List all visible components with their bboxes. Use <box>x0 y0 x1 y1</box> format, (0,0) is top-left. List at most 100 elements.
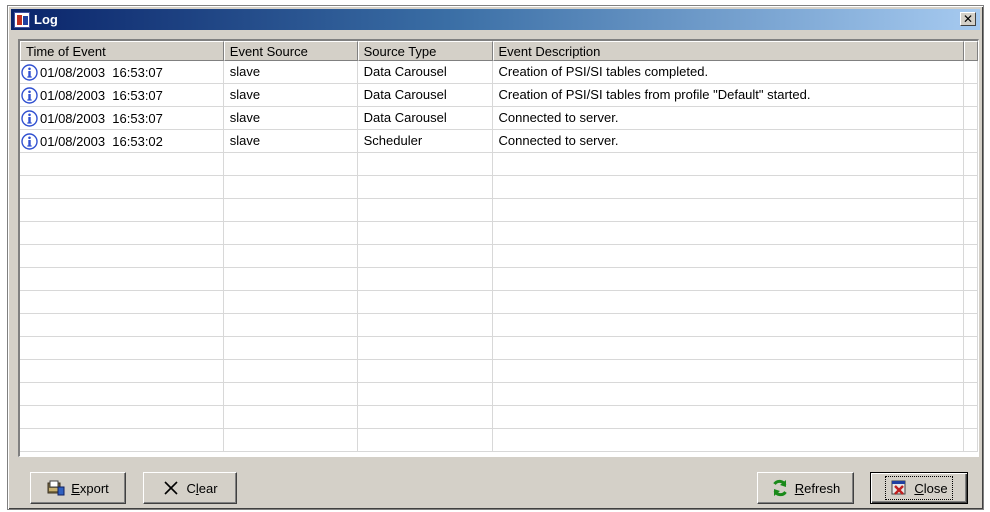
table-cell: Connected to server. <box>493 107 964 130</box>
table-cell <box>493 153 964 176</box>
table-cell <box>964 429 978 452</box>
table-cell <box>358 199 493 222</box>
table-row <box>20 360 978 383</box>
table-cell <box>493 245 964 268</box>
table-cell <box>358 360 493 383</box>
column-header-type[interactable]: Source Type <box>357 41 493 61</box>
table-cell: Data Carousel <box>358 61 493 84</box>
clear-button[interactable]: Clear <box>143 472 237 504</box>
table-cell <box>20 406 224 429</box>
table-cell <box>493 268 964 291</box>
table-cell <box>224 176 358 199</box>
table-cell <box>493 199 964 222</box>
table-row <box>20 153 978 176</box>
table-row[interactable]: 01/08/2003 16:53:07 slave Data Carousel Cre… <box>20 61 978 84</box>
title-bar[interactable]: Log ✕ <box>11 9 980 30</box>
column-header-description[interactable]: Event Description <box>492 41 964 61</box>
info-icon <box>21 133 38 150</box>
table-cell <box>493 222 964 245</box>
table-cell: slave <box>224 130 358 153</box>
app-icon <box>14 11 30 28</box>
table-cell: 01/08/2003 16:53:07 <box>20 84 224 107</box>
table-cell <box>20 337 224 360</box>
table-cell <box>493 429 964 452</box>
table-cell: Creation of PSI/SI tables from profile "… <box>493 84 964 107</box>
table-cell: 01/08/2003 16:53:02 <box>20 130 224 153</box>
table-cell <box>224 383 358 406</box>
log-list[interactable]: Time of Event Event Source Source Type E… <box>18 39 979 457</box>
table-cell <box>224 337 358 360</box>
table-cell <box>224 153 358 176</box>
table-cell <box>224 314 358 337</box>
list-header: Time of Event Event Source Source Type E… <box>20 41 978 61</box>
table-row[interactable]: 01/08/2003 16:53:07 slave Data Carousel Cre… <box>20 84 978 107</box>
table-row <box>20 337 978 360</box>
table-row <box>20 199 978 222</box>
table-cell <box>964 360 978 383</box>
table-cell <box>358 337 493 360</box>
table-cell <box>20 245 224 268</box>
table-cell <box>358 245 493 268</box>
table-row <box>20 222 978 245</box>
table-cell <box>224 245 358 268</box>
table-cell <box>493 291 964 314</box>
table-row <box>20 406 978 429</box>
close-x-icon: ✕ <box>962 12 974 26</box>
export-label: xport <box>79 480 109 496</box>
table-cell <box>20 360 224 383</box>
window-close-button[interactable]: ✕ <box>960 12 976 26</box>
refresh-icon <box>771 479 789 497</box>
table-cell <box>224 199 358 222</box>
export-button[interactable]: Export <box>30 472 126 504</box>
table-row <box>20 245 978 268</box>
table-cell <box>493 383 964 406</box>
table-cell: slave <box>224 84 358 107</box>
table-cell <box>964 222 978 245</box>
table-cell <box>224 406 358 429</box>
info-icon <box>21 64 38 81</box>
table-cell <box>20 199 224 222</box>
event-time: 01/08/2003 16:53:07 <box>40 64 163 80</box>
table-cell <box>224 360 358 383</box>
table-cell: Data Carousel <box>358 84 493 107</box>
table-row <box>20 314 978 337</box>
clear-label: ear <box>198 480 218 496</box>
column-header-source[interactable]: Event Source <box>223 41 358 61</box>
table-cell <box>964 153 978 176</box>
table-cell: Scheduler <box>358 130 493 153</box>
table-cell <box>964 337 978 360</box>
table-row <box>20 291 978 314</box>
table-row <box>20 268 978 291</box>
list-body: 01/08/2003 16:53:07 slave Data Carousel Cre… <box>20 61 978 452</box>
refresh-label: efresh <box>804 480 841 496</box>
table-cell <box>358 176 493 199</box>
focus-rect: Close <box>885 476 953 500</box>
info-icon <box>21 87 38 104</box>
table-cell <box>224 268 358 291</box>
export-icon <box>47 479 65 497</box>
column-header-time[interactable]: Time of Event <box>20 41 224 61</box>
table-row[interactable]: 01/08/2003 16:53:02 slave Scheduler Connect… <box>20 130 978 153</box>
table-cell <box>358 314 493 337</box>
table-cell <box>493 176 964 199</box>
table-cell <box>964 383 978 406</box>
refresh-button[interactable]: Refresh <box>757 472 854 504</box>
table-cell: Creation of PSI/SI tables completed. <box>493 61 964 84</box>
table-cell: 01/08/2003 16:53:07 <box>20 107 224 130</box>
table-cell: Data Carousel <box>358 107 493 130</box>
clear-prefix: C <box>186 480 196 496</box>
table-cell <box>964 130 978 153</box>
close-label: lose <box>923 480 948 496</box>
close-button[interactable]: Close <box>870 472 968 504</box>
table-cell <box>493 406 964 429</box>
table-cell <box>964 245 978 268</box>
table-cell <box>20 383 224 406</box>
table-row[interactable]: 01/08/2003 16:53:07 slave Data Carousel Con… <box>20 107 978 130</box>
table-cell <box>20 153 224 176</box>
table-cell <box>964 61 978 84</box>
table-cell <box>20 314 224 337</box>
table-row <box>20 429 978 452</box>
table-cell <box>964 314 978 337</box>
table-cell <box>493 314 964 337</box>
table-cell <box>964 291 978 314</box>
